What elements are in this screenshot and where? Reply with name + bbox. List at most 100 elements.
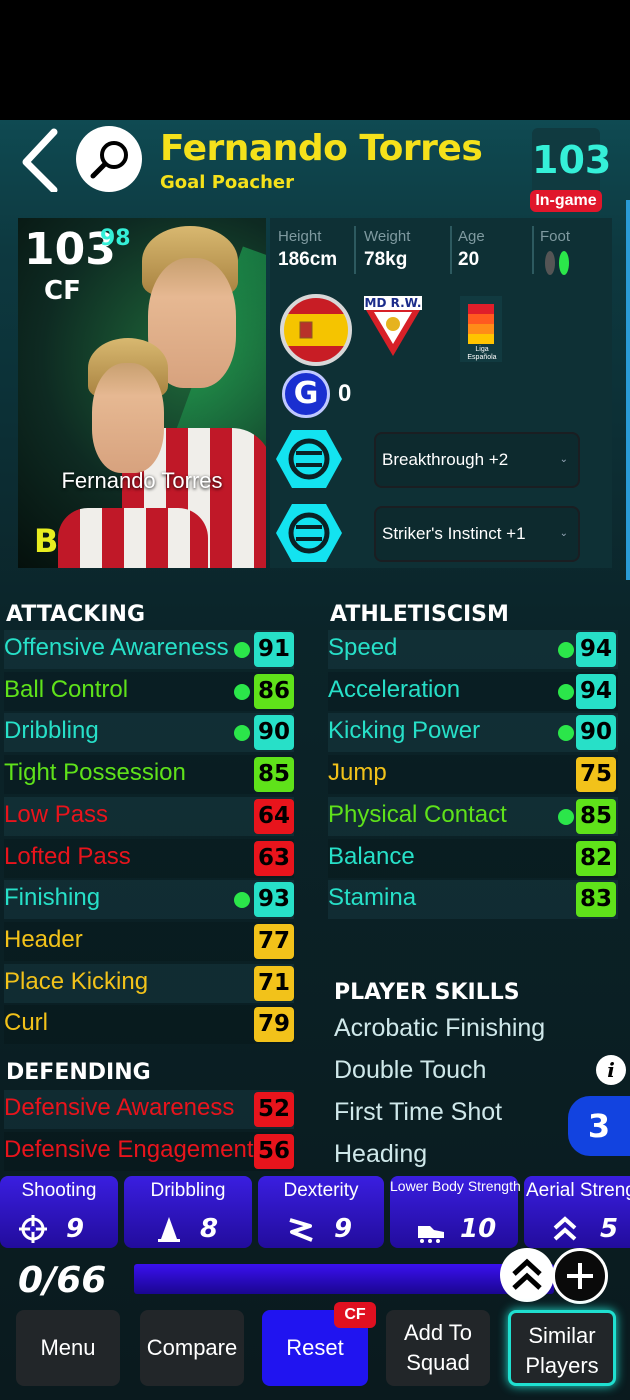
stat-row: Jump 75	[328, 755, 618, 795]
menu-button[interactable]: Menu	[16, 1310, 120, 1386]
stat-value: 90	[576, 715, 616, 751]
boost-indicator-dot	[234, 725, 250, 742]
stat-value: 86	[254, 673, 294, 709]
skill-count-badge[interactable]: 3	[568, 1096, 630, 1156]
player-name: Fernando Torres	[160, 128, 483, 169]
stat-row: Stamina 83	[328, 880, 618, 920]
stat-value: 52	[254, 1092, 294, 1127]
stat-row: Speed 94	[328, 630, 618, 669]
stat-value: 56	[254, 1133, 294, 1169]
search-icon	[90, 141, 128, 179]
nationality-flag	[280, 294, 352, 366]
boot-icon	[418, 1226, 444, 1243]
card-player-name: Fernando Torres	[61, 468, 223, 493]
progression-lower-body-strength[interactable]: Lower Body Strength 10	[390, 1176, 521, 1248]
player-skills-title: PLAYER SKILLS	[334, 980, 520, 1005]
stat-row: Tight Possession 85	[4, 755, 294, 795]
stat-value: 85	[576, 798, 616, 834]
stat-name: Place Kicking	[4, 967, 149, 995]
add-to-squad-button[interactable]: Add To Squad	[386, 1310, 490, 1386]
chevron-down-icon: ⌄	[559, 528, 568, 539]
stat-value: 91	[254, 632, 294, 667]
stat-name: Tight Possession	[4, 759, 186, 787]
boost-indicator-dot	[558, 683, 574, 700]
player-info-panel: Height 186cm Weight 78kg Age 20 Foot MD …	[270, 218, 612, 568]
progression-bar: Shooting 9 Dribbling 8 Dexterity 9 Lower…	[0, 1176, 630, 1250]
stat-row: Acceleration 94	[328, 671, 618, 711]
stat-name: Offensive Awareness	[4, 634, 229, 661]
plus-icon	[567, 1263, 593, 1289]
g-badge: G	[282, 370, 330, 418]
booster-select-2[interactable]: Striker's Instinct +1 ⌄	[374, 506, 580, 562]
overall-rating: 103	[532, 138, 612, 182]
progression-dexterity[interactable]: Dexterity 9	[258, 1176, 384, 1248]
progression-shooting[interactable]: Shooting 9	[0, 1176, 118, 1248]
stat-row: Curl 79	[4, 1005, 294, 1045]
stat-value: 90	[254, 715, 294, 751]
back-button[interactable]	[18, 128, 62, 194]
stat-name: Defensive Awareness	[4, 1094, 235, 1121]
boost-indicator-dot	[558, 725, 574, 742]
defending-title: DEFENDING	[6, 1060, 151, 1085]
zigzag-icon	[289, 1218, 313, 1242]
stat-value: 71	[254, 965, 294, 1001]
foot-field: Foot	[540, 228, 574, 286]
stat-value: 82	[576, 840, 616, 876]
stat-row: Defensive Awareness 52	[4, 1090, 294, 1129]
skill-item: Double Touch	[334, 1056, 487, 1084]
weight-field: Weight 78kg	[364, 228, 411, 270]
stat-row: Finishing 93	[4, 880, 294, 920]
foot-icon	[545, 251, 569, 275]
skill-item: Heading	[334, 1140, 428, 1168]
boost-indicator-dot	[234, 642, 250, 658]
progression-aerial-strength[interactable]: Aerial Streng 5	[524, 1176, 630, 1248]
scrollbar[interactable]	[626, 200, 630, 580]
stat-name: Stamina	[328, 884, 417, 912]
stat-value: 94	[576, 632, 616, 667]
club-crest-icon: MD R.W.	[364, 296, 422, 356]
playing-style: Goal Poacher	[160, 172, 294, 193]
stat-name: Finishing	[4, 884, 101, 912]
max-up-button[interactable]	[500, 1248, 554, 1302]
cone-icon	[158, 1217, 180, 1242]
stat-row: Physical Contact 85	[328, 796, 618, 836]
search-button[interactable]	[76, 126, 142, 192]
progression-dribbling[interactable]: Dribbling 8	[124, 1176, 252, 1248]
stat-row: Low Pass 64	[4, 796, 294, 836]
stat-value: 83	[576, 882, 616, 918]
attacking-title: ATTACKING	[6, 602, 146, 627]
info-icon[interactable]: i	[596, 1055, 626, 1085]
reset-position-tag: CF	[334, 1302, 376, 1328]
stat-value: 77	[254, 923, 294, 959]
card-position: CF	[44, 276, 81, 306]
stat-name: Dribbling	[4, 717, 99, 745]
boost-indicator-dot	[234, 892, 250, 909]
stat-value: 79	[254, 1007, 294, 1043]
add-point-button[interactable]	[552, 1248, 608, 1304]
double-chevron-up-icon	[512, 1258, 542, 1290]
stat-value: 93	[254, 882, 294, 918]
similar-players-button[interactable]: Similar Players	[508, 1310, 616, 1386]
stat-name: Physical Contact	[328, 800, 507, 828]
stat-name: Balance	[328, 842, 415, 870]
stat-name: Header	[4, 925, 83, 953]
g-count: 0	[338, 380, 352, 407]
stat-row: Ball Control 86	[4, 671, 294, 711]
stat-name: Low Pass	[4, 800, 109, 828]
double-chevron-up-icon	[553, 1216, 577, 1241]
club-badge: MD R.W.	[362, 294, 424, 360]
booster-select-1[interactable]: Breakthrough +2 ⌄	[374, 432, 580, 488]
spain-crest-icon	[299, 321, 313, 339]
stat-row: Header 77	[4, 921, 294, 961]
stat-row: Lofted Pass 63	[4, 838, 294, 878]
crosshair-icon	[19, 1215, 47, 1243]
points-progress-bar	[134, 1264, 554, 1294]
boost-indicator-dot	[234, 683, 250, 700]
stat-name: Speed	[328, 634, 398, 661]
compare-button[interactable]: Compare	[140, 1310, 244, 1386]
stat-name: Defensive Engagement	[4, 1135, 254, 1163]
stat-row: Place Kicking 71	[4, 963, 294, 1003]
stat-name: Lofted Pass	[4, 842, 131, 870]
progression-points: 0/66	[18, 1260, 107, 1301]
booster-icon	[276, 504, 342, 562]
